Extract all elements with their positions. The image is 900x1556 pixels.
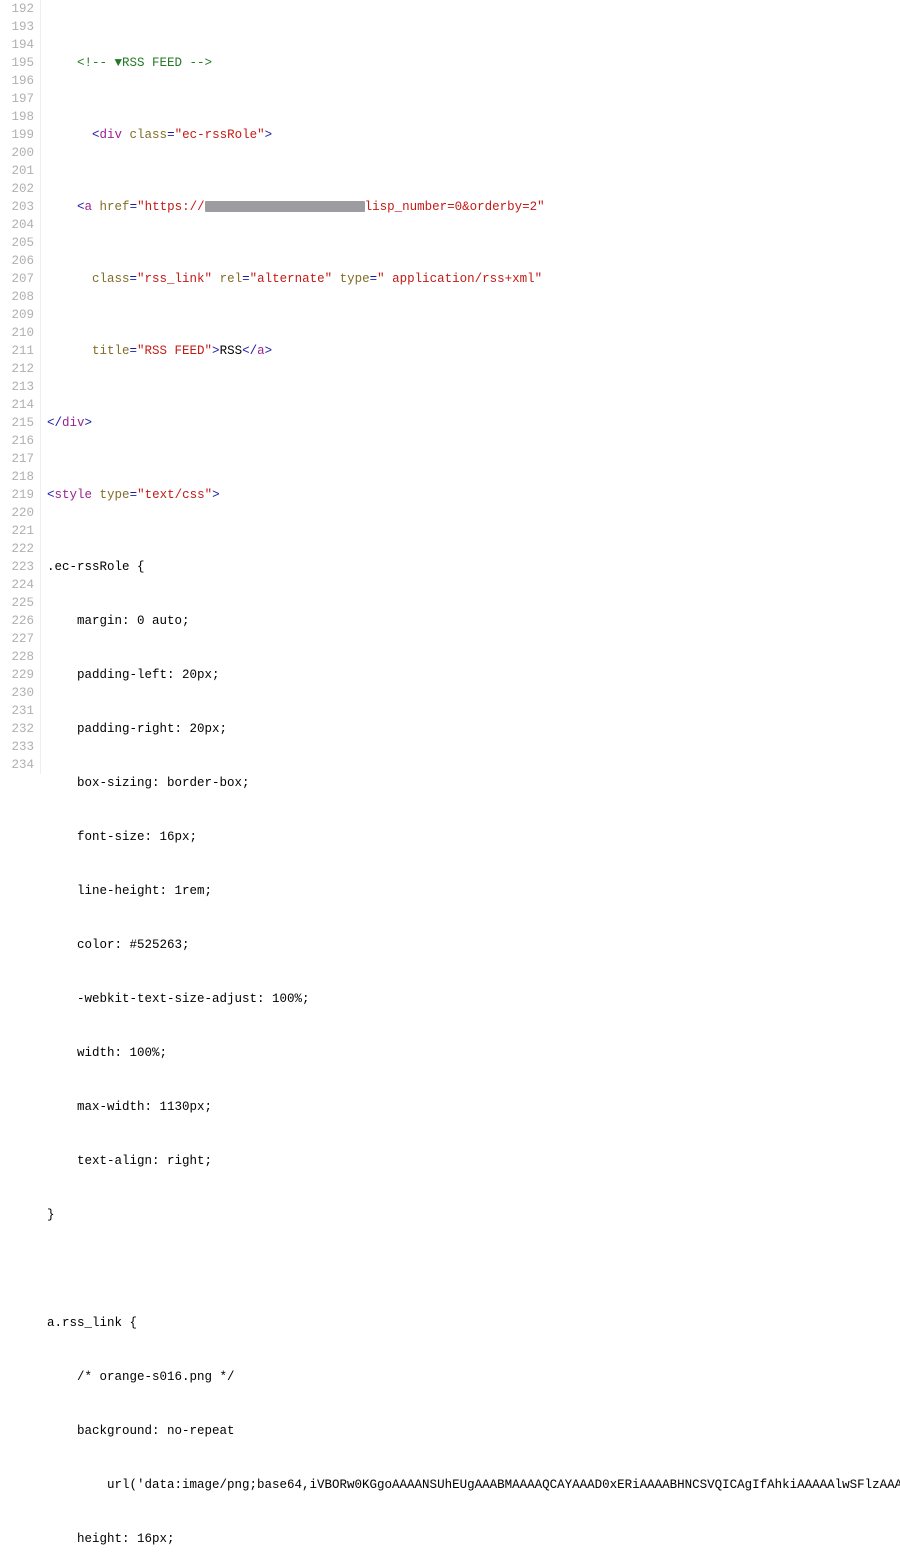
line-number: 209	[0, 306, 34, 324]
line-number: 198	[0, 108, 34, 126]
line-number: 200	[0, 144, 34, 162]
line-number: 220	[0, 504, 34, 522]
line-number: 222	[0, 540, 34, 558]
code-line: <style type="text/css">	[47, 486, 900, 504]
line-number: 231	[0, 702, 34, 720]
line-number: 207	[0, 270, 34, 288]
line-number: 206	[0, 252, 34, 270]
line-number: 202	[0, 180, 34, 198]
line-number: 228	[0, 648, 34, 666]
code-line: title="RSS FEED">RSS</a>	[47, 342, 900, 360]
line-number: 215	[0, 414, 34, 432]
line-number: 217	[0, 450, 34, 468]
line-number: 226	[0, 612, 34, 630]
code-line: background: no-repeat	[47, 1422, 900, 1440]
code-line: <a href="https://lisp_number=0&orderby=2…	[47, 198, 900, 216]
code-line	[47, 1260, 900, 1278]
line-number: 232	[0, 720, 34, 738]
code-editor: 1921931941951961971981992002012022032042…	[0, 0, 900, 1556]
code-line: height: 16px;	[47, 1530, 900, 1548]
comment-open: <!-- ▼RSS FEED -->	[77, 56, 212, 70]
line-number: 194	[0, 36, 34, 54]
line-number: 214	[0, 396, 34, 414]
line-number: 216	[0, 432, 34, 450]
code-line: </div>	[47, 414, 900, 432]
line-number: 211	[0, 342, 34, 360]
code-line: <!-- ▼RSS FEED -->	[47, 54, 900, 72]
line-number: 205	[0, 234, 34, 252]
line-number: 224	[0, 576, 34, 594]
line-number: 196	[0, 72, 34, 90]
code-line: /* orange-s016.png */	[47, 1368, 900, 1386]
line-number-gutter: 1921931941951961971981992002012022032042…	[0, 0, 41, 774]
line-number: 210	[0, 324, 34, 342]
line-number: 234	[0, 756, 34, 774]
line-number: 192	[0, 0, 34, 18]
line-number: 221	[0, 522, 34, 540]
code-line: box-sizing: border-box;	[47, 774, 900, 792]
line-number: 201	[0, 162, 34, 180]
line-number: 223	[0, 558, 34, 576]
code-line: -webkit-text-size-adjust: 100%;	[47, 990, 900, 1008]
line-number: 230	[0, 684, 34, 702]
line-number: 229	[0, 666, 34, 684]
code-line: text-align: right;	[47, 1152, 900, 1170]
line-number: 197	[0, 90, 34, 108]
line-number: 233	[0, 738, 34, 756]
code-line: font-size: 16px;	[47, 828, 900, 846]
line-number: 193	[0, 18, 34, 36]
line-number: 204	[0, 216, 34, 234]
rss-link-text: RSS	[220, 344, 243, 358]
code-line: class="rss_link" rel="alternate" type=" …	[47, 270, 900, 288]
code-line: max-width: 1130px;	[47, 1098, 900, 1116]
line-number: 225	[0, 594, 34, 612]
code-area: <!-- ▼RSS FEED --> <div class="ec-rssRol…	[41, 0, 900, 1556]
line-number: 208	[0, 288, 34, 306]
code-line: margin: 0 auto;	[47, 612, 900, 630]
line-number: 195	[0, 54, 34, 72]
code-line: url('data:image/png;base64,iVBORw0KGgoAA…	[47, 1476, 900, 1494]
code-line: <div class="ec-rssRole">	[47, 126, 900, 144]
line-number: 213	[0, 378, 34, 396]
code-line: padding-right: 20px;	[47, 720, 900, 738]
redacted-url	[205, 201, 365, 212]
code-line: }	[47, 1206, 900, 1224]
line-number: 227	[0, 630, 34, 648]
code-line: a.rss_link {	[47, 1314, 900, 1332]
code-line: line-height: 1rem;	[47, 882, 900, 900]
code-line: color: #525263;	[47, 936, 900, 954]
code-line: .ec-rssRole {	[47, 558, 900, 576]
line-number: 219	[0, 486, 34, 504]
line-number: 212	[0, 360, 34, 378]
code-line: padding-left: 20px;	[47, 666, 900, 684]
code-line: width: 100%;	[47, 1044, 900, 1062]
line-number: 218	[0, 468, 34, 486]
line-number: 203	[0, 198, 34, 216]
line-number: 199	[0, 126, 34, 144]
